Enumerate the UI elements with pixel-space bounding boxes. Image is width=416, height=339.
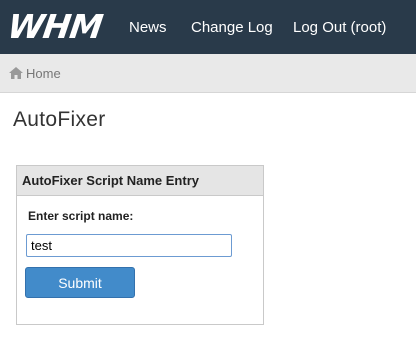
- nav-link-change-log[interactable]: Change Log: [191, 19, 273, 36]
- submit-button[interactable]: Submit: [25, 267, 135, 298]
- script-entry-panel: AutoFixer Script Name Entry Enter script…: [16, 165, 264, 325]
- breadcrumb-home-link[interactable]: Home: [26, 66, 61, 81]
- nav-link-log-out[interactable]: Log Out (root): [293, 19, 386, 36]
- panel-header: AutoFixer Script Name Entry: [17, 166, 263, 196]
- page-title: AutoFixer: [13, 108, 106, 131]
- top-navigation-bar: WHM News Change Log Log Out (root): [0, 0, 416, 54]
- breadcrumb: Home: [0, 54, 416, 93]
- script-name-label: Enter script name:: [28, 209, 134, 223]
- script-name-input[interactable]: [26, 234, 232, 257]
- whm-logo[interactable]: WHM: [5, 6, 104, 46]
- home-icon[interactable]: [9, 67, 23, 79]
- nav-link-news[interactable]: News: [129, 19, 167, 36]
